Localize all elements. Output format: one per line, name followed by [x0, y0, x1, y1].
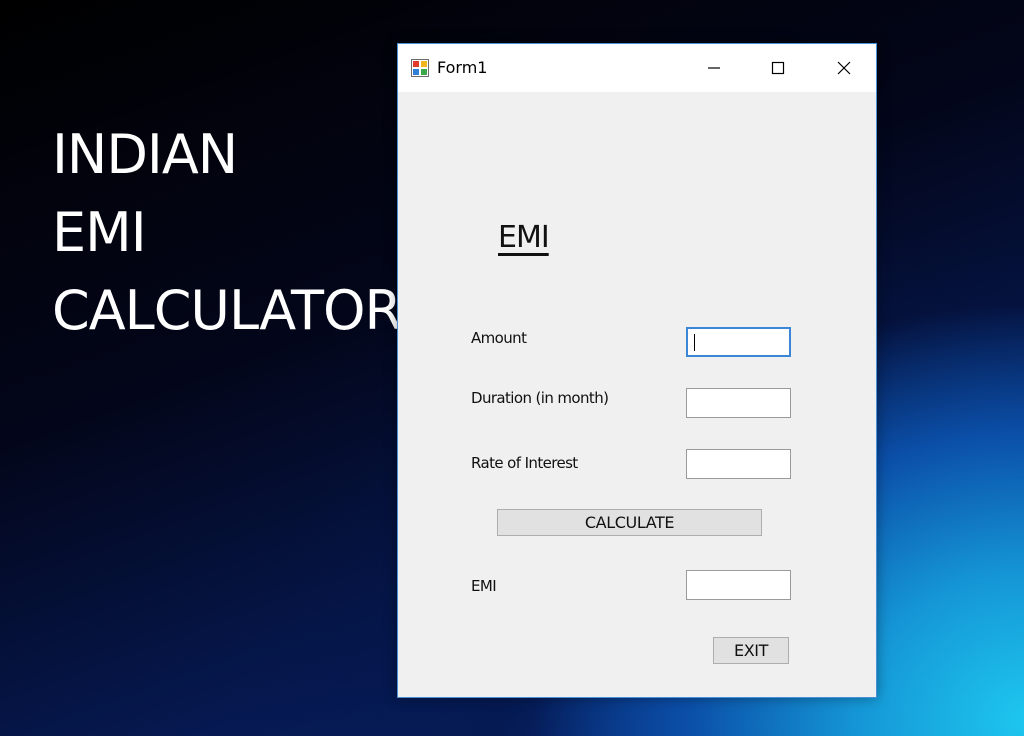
emi-label: EMI [471, 577, 497, 595]
minimize-icon [708, 67, 720, 69]
headline-line-1: INDIAN [52, 123, 238, 186]
app-icon [411, 59, 429, 77]
maximize-icon [771, 61, 785, 75]
close-icon [837, 61, 851, 75]
maximize-button[interactable] [755, 44, 801, 92]
exit-button[interactable]: EXIT [713, 637, 789, 664]
emi-result-field[interactable] [686, 570, 791, 600]
calculate-button[interactable]: CALCULATE [497, 509, 762, 536]
headline-line-3: CALCULATOR [52, 279, 402, 342]
form1-window: Form1 EMI Amount Duration (in month) Rat… [397, 43, 877, 698]
close-button[interactable] [821, 44, 867, 92]
amount-field[interactable] [686, 327, 791, 357]
form-heading: EMI [498, 220, 550, 255]
window-title: Form1 [437, 58, 488, 77]
duration-label: Duration (in month) [471, 389, 609, 407]
rate-field[interactable] [686, 449, 791, 479]
amount-label: Amount [471, 329, 527, 347]
rate-label: Rate of Interest [471, 454, 578, 472]
duration-field[interactable] [686, 388, 791, 418]
minimize-button[interactable] [691, 44, 737, 92]
title-bar[interactable]: Form1 [398, 44, 876, 92]
text-caret [694, 334, 695, 351]
desktop-headline: INDIAN EMI CALCULATOR [52, 116, 402, 350]
headline-line-2: EMI [52, 201, 147, 264]
